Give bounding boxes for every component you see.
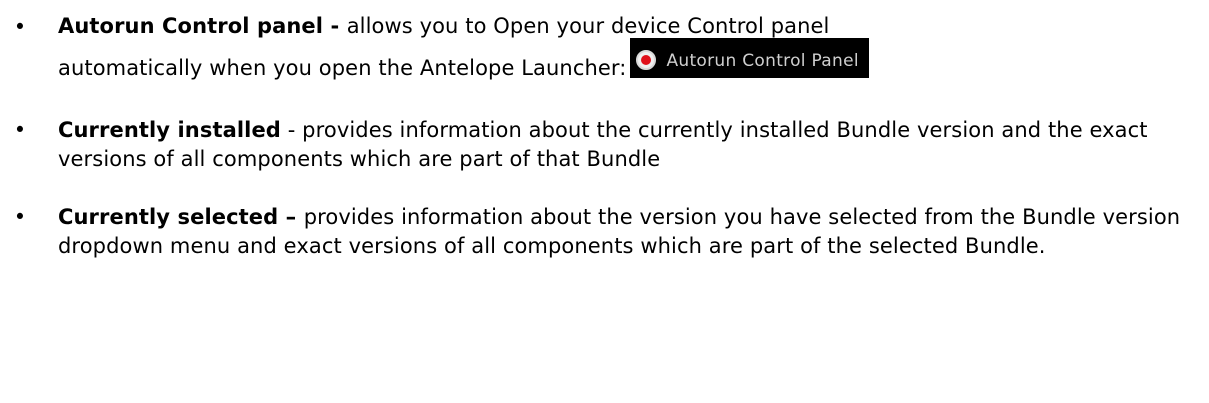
autorun-toggle-label: Autorun Control Panel <box>666 51 859 71</box>
radio-dot <box>641 54 652 65</box>
item-text: automatically when you open the Antelope… <box>58 56 627 80</box>
bullet-icon: • <box>13 15 27 39</box>
autorun-control-panel-toggle[interactable]: Autorun Control Panel <box>630 38 869 78</box>
list-item-autorun-control-panel: • Autorun Control panel - allows you to … <box>0 6 1209 90</box>
radio-checked-icon <box>636 49 657 70</box>
item-separator: - <box>280 118 303 142</box>
item-separator: - <box>323 14 347 38</box>
bullet-icon: • <box>13 118 27 142</box>
document-page: • Autorun Control panel - allows you to … <box>0 0 1209 403</box>
item-title: Autorun Control panel <box>58 14 324 38</box>
list-item-currently-installed: • Currently installed - provides informa… <box>0 116 1209 174</box>
item-title: Currently installed <box>58 118 281 142</box>
item-title: Currently selected <box>58 205 279 229</box>
list-item-line: automatically when you open the Antelope… <box>58 38 1189 90</box>
bullet-icon: • <box>13 205 27 229</box>
list-item-currently-selected: • Currently selected – provides informat… <box>0 203 1209 261</box>
item-text: allows you to Open your device Control p… <box>346 14 830 38</box>
item-separator: – <box>278 205 304 229</box>
bullet-list: • Autorun Control panel - allows you to … <box>0 6 1209 261</box>
list-item-line: Autorun Control panel - allows you to Op… <box>58 6 1189 46</box>
